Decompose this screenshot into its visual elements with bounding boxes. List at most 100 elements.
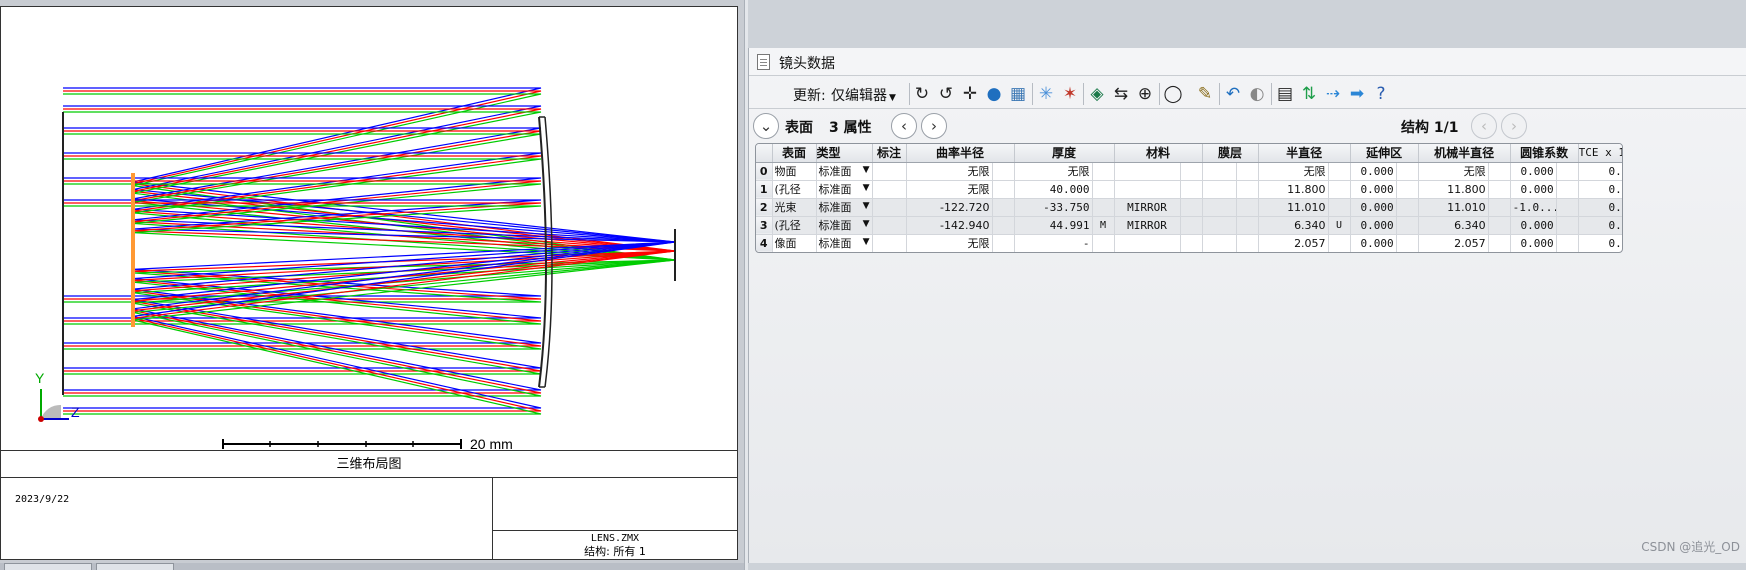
coating-cell[interactable]: [1202, 198, 1237, 217]
arrow-right-icon[interactable]: ➡: [1346, 83, 1368, 105]
chip-zone-cell[interactable]: 0.000: [1350, 216, 1397, 235]
thickness-solve-cell[interactable]: [1092, 180, 1115, 199]
surface-type-cell[interactable]: 标准面 ▼: [816, 198, 873, 217]
semi-diameter-solve-cell[interactable]: [1328, 234, 1351, 252]
semi-diameter-cell[interactable]: 6.340: [1258, 216, 1329, 235]
coating-solve-cell[interactable]: [1236, 162, 1259, 181]
column-header-surface[interactable]: 表面: [772, 144, 817, 163]
radius-cell[interactable]: 无限: [906, 162, 993, 181]
conic-solve-cell[interactable]: [1556, 180, 1579, 199]
coating-cell[interactable]: [1202, 162, 1237, 181]
mech-semi-dia-solve-cell[interactable]: [1488, 162, 1511, 181]
undo-icon[interactable]: ↶: [1222, 83, 1244, 105]
update-mode-dropdown[interactable]: 仅编辑器 ▼: [831, 85, 896, 105]
semi-diameter-cell[interactable]: 11.010: [1258, 198, 1329, 217]
material-solve-cell[interactable]: [1180, 180, 1203, 199]
mech-semi-dia-cell[interactable]: 11.800: [1418, 180, 1489, 199]
conic-solve-cell[interactable]: [1556, 198, 1579, 217]
surface-properties-label[interactable]: 3 属性: [829, 117, 872, 137]
semi-diameter-cell[interactable]: 11.800: [1258, 180, 1329, 199]
semi-diameter-solve-cell[interactable]: U: [1328, 216, 1351, 235]
bottom-tab-1[interactable]: [4, 563, 92, 570]
next-config-button[interactable]: ›: [1501, 113, 1527, 139]
table-row[interactable]: 3 (孔径 标准面 ▼ -142.940 44.991 M MIRROR 6.340 U 0.000…: [756, 216, 1622, 235]
radius-solve-cell[interactable]: [992, 234, 1015, 252]
radius-solve-cell[interactable]: [992, 180, 1015, 199]
caret-down-icon[interactable]: ▼: [863, 219, 870, 229]
refresh-icon[interactable]: ↻: [911, 83, 933, 105]
conic-cell[interactable]: -1.0...: [1510, 198, 1557, 217]
chip-zone-solve-cell[interactable]: [1396, 198, 1419, 217]
ray-trace-plot[interactable]: 20 mm Y Z: [1, 7, 737, 451]
coating-solve-cell[interactable]: [1236, 198, 1259, 217]
comment-cell[interactable]: [872, 180, 907, 199]
tce-cell[interactable]: 0.000: [1578, 234, 1622, 252]
paint-icon[interactable]: ✎: [1194, 83, 1216, 105]
conic-cell[interactable]: 0.000: [1510, 234, 1557, 252]
chip-zone-cell[interactable]: 0.000: [1350, 180, 1397, 199]
conic-cell[interactable]: 0.000: [1510, 180, 1557, 199]
semi-diameter-solve-cell[interactable]: [1328, 198, 1351, 217]
comment-cell[interactable]: [872, 162, 907, 181]
surface-name-cell[interactable]: 光束: [772, 198, 817, 217]
surface-name-cell[interactable]: 物面: [772, 162, 817, 181]
mech-semi-dia-solve-cell[interactable]: [1488, 180, 1511, 199]
caret-down-icon[interactable]: ▼: [863, 183, 870, 193]
delete-surface-icon[interactable]: ✶: [1059, 83, 1081, 105]
column-header-semi-diameter[interactable]: 半直径: [1258, 144, 1351, 163]
radius-cell[interactable]: -122.720: [906, 198, 993, 217]
crosshair-icon[interactable]: ✛: [959, 83, 981, 105]
material-solve-cell[interactable]: [1180, 162, 1203, 181]
coating-solve-cell[interactable]: [1236, 234, 1259, 252]
table-row[interactable]: 1 (孔径 标准面 ▼ 无限 40.000 11.800 0.000 11.800 0.000 0.…: [756, 180, 1622, 199]
tce-cell[interactable]: 0.000: [1578, 198, 1622, 217]
row-number[interactable]: 0: [756, 162, 773, 181]
collapse-icon[interactable]: ⇢: [1322, 83, 1344, 105]
semi-diameter-solve-cell[interactable]: [1328, 180, 1351, 199]
row-number[interactable]: 1: [756, 180, 773, 199]
conic-solve-cell[interactable]: [1556, 234, 1579, 252]
row-number[interactable]: 2: [756, 198, 773, 217]
sync-icon[interactable]: ⇅: [1298, 83, 1320, 105]
prev-config-button[interactable]: ‹: [1471, 113, 1497, 139]
chip-zone-solve-cell[interactable]: [1396, 180, 1419, 199]
radius-cell[interactable]: 无限: [906, 234, 993, 252]
coating-solve-cell[interactable]: [1236, 216, 1259, 235]
material-cell[interactable]: [1114, 180, 1181, 199]
semi-diameter-cell[interactable]: 2.057: [1258, 234, 1329, 252]
column-header-conic[interactable]: 圆锥系数: [1510, 144, 1579, 163]
material-cell[interactable]: [1114, 234, 1181, 252]
notes-icon[interactable]: ▤: [1274, 83, 1296, 105]
reverse-elements-icon[interactable]: ⇆: [1110, 83, 1132, 105]
thickness-solve-cell[interactable]: [1092, 162, 1115, 181]
tilt-decenter-icon[interactable]: ⊕: [1134, 83, 1156, 105]
table-row[interactable]: 0物面标准面 ▼ 无限 无限 无限 0.000 无限 0.000 0.000: [756, 162, 1622, 181]
surface-name-cell[interactable]: (孔径: [772, 216, 817, 235]
column-header-tce[interactable]: TCE x 1E-6: [1578, 144, 1622, 163]
expand-toggle-button[interactable]: ⌄: [753, 113, 779, 139]
mech-semi-dia-cell[interactable]: 6.340: [1418, 216, 1489, 235]
chip-zone-solve-cell[interactable]: [1396, 216, 1419, 235]
material-cell[interactable]: MIRROR: [1114, 216, 1181, 235]
comment-cell[interactable]: [872, 198, 907, 217]
surface-type-cell[interactable]: 标准面 ▼: [816, 234, 873, 252]
row-number[interactable]: 3: [756, 216, 773, 235]
table-row[interactable]: 4像面标准面 ▼ 无限 - 2.057 0.000 2.057 0.000 0.000: [756, 234, 1622, 252]
bottom-tab-2[interactable]: [96, 563, 174, 570]
conic-cell[interactable]: 0.000: [1510, 216, 1557, 235]
comment-cell[interactable]: [872, 234, 907, 252]
material-cell[interactable]: MIRROR: [1114, 198, 1181, 217]
column-header-type[interactable]: 类型: [816, 144, 873, 163]
material-cell[interactable]: [1114, 162, 1181, 181]
thickness-solve-cell[interactable]: [1092, 198, 1115, 217]
mech-semi-dia-solve-cell[interactable]: [1488, 234, 1511, 252]
insert-surface-icon[interactable]: ✳: [1035, 83, 1057, 105]
globe-icon[interactable]: ●: [983, 83, 1005, 105]
material-solve-cell[interactable]: [1180, 198, 1203, 217]
column-header-material[interactable]: 材料: [1114, 144, 1203, 163]
material-solve-cell[interactable]: [1180, 234, 1203, 252]
surface-properties-icon[interactable]: ◈: [1086, 83, 1108, 105]
chart-icon[interactable]: ▦: [1007, 83, 1029, 105]
chip-zone-cell[interactable]: 0.000: [1350, 162, 1397, 181]
row-number[interactable]: 4: [756, 234, 773, 252]
